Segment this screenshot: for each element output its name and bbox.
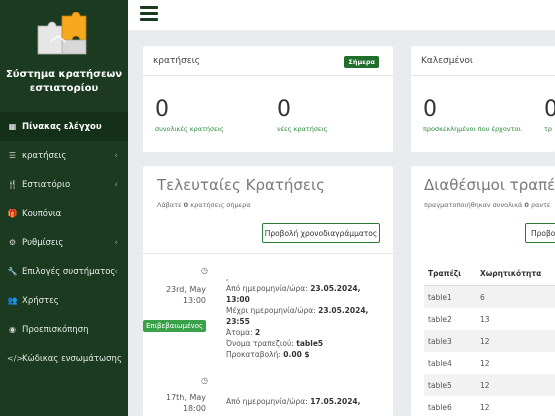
- wrench-icon: 🔧: [7, 267, 18, 276]
- sidebar-item-reservations[interactable]: ☰ κρατήσεις ‹: [0, 141, 128, 170]
- panel-subtitle: Λάβατε 0 κρατήσεις σήμερα: [157, 201, 251, 209]
- utensils-icon: 🍴: [7, 180, 18, 189]
- sidebar-item-label: Εστιατόριο: [22, 179, 71, 190]
- topbar: [128, 0, 555, 30]
- table-row: table2 13: [428, 314, 490, 324]
- panel-subtitle: πραγματοποιήθηκαν συνολικά 0 ραντε: [424, 201, 551, 209]
- sidebar-nav: ▦ Πίνακας ελέγχου ☰ κρατήσεις ‹ 🍴 Εστιατ…: [0, 112, 128, 373]
- second-guests-stat: 0 τρ: [544, 97, 555, 134]
- stat-label: τρ: [544, 125, 553, 133]
- stat-value: 0: [277, 97, 291, 122]
- puzzle-logo: [37, 12, 87, 55]
- reservation-date: 17th, May 18:00: [165, 393, 206, 413]
- card-header: κρατήσεις Σήμερα: [143, 46, 393, 76]
- reservations-stat-card: κρατήσεις Σήμερα 0 συνολικές κρατήσεις 0…: [143, 46, 393, 152]
- code-icon: </>: [7, 354, 24, 363]
- table-row: table3 12: [424, 330, 555, 352]
- view-timeline-button[interactable]: Προβολή χρονοδιαγράμματος: [262, 223, 380, 243]
- sidebar-item-restaurant[interactable]: 🍴 Εστιατόριο ‹: [0, 170, 128, 199]
- status-badge: Επιβεβαιωμένος: [143, 320, 207, 332]
- sidebar-item-system-options[interactable]: 🔧 Επιλογές συστήματος ‹: [0, 257, 128, 286]
- stat-label: συνολικές κρατήσεις: [155, 125, 224, 133]
- sidebar-item-label: Πίνακας ελέγχου: [22, 121, 102, 132]
- stat-value: 0: [544, 97, 555, 122]
- sidebar-item-label: Προεπισκόπηση: [22, 324, 89, 335]
- stat-label: προσκεκλημένοι που έρχονται: [423, 125, 521, 133]
- list-icon: ☰: [8, 151, 17, 160]
- sidebar-item-label: κρατήσεις: [22, 150, 67, 161]
- reservation-details[interactable]: , Από ημερομηνία/ώρα: 23.05.2024, 13:00 …: [226, 272, 376, 360]
- gears-icon: ⚙: [8, 238, 17, 247]
- table-row: table1 6: [424, 286, 555, 308]
- clock-icon: ◷: [201, 376, 208, 385]
- table-row: table6 12: [428, 402, 490, 412]
- panel-title: Τελευταίες Κρατήσεις: [157, 176, 325, 194]
- sidebar-item-label: Κουπόνια: [22, 208, 62, 219]
- eye-icon: ◉: [9, 325, 16, 334]
- sidebar-item-embed-code[interactable]: </> Κώδικας ενσωμάτωσης: [0, 344, 128, 373]
- users-icon: 👥: [7, 296, 18, 305]
- guests-stat-card: Καλεσμένοι 0 προσκεκλημένοι που έρχονται…: [411, 46, 555, 152]
- sidebar-item-dashboard[interactable]: ▦ Πίνακας ελέγχου: [0, 112, 128, 141]
- chevron-left-icon: ‹: [114, 150, 118, 161]
- sidebar-item-settings[interactable]: ⚙ Ρυθμίσεις ‹: [0, 228, 128, 257]
- stat-label: νέες κρατήσεις: [277, 125, 328, 133]
- sidebar-item-label: Κώδικας ενσωμάτωσης: [22, 353, 122, 364]
- reservation-date: 23rd, May 13:00: [165, 285, 206, 305]
- view-tables-button[interactable]: Προβο: [525, 223, 555, 243]
- chevron-left-icon: ‹: [114, 237, 118, 248]
- column-header-table: Τραπέζι: [428, 269, 462, 278]
- app-title: Σύστημα κρατήσεων εστιατορίου: [5, 69, 123, 94]
- column-header-capacity: Χωρητικότητα: [480, 269, 542, 278]
- table-row: table4 12: [428, 358, 490, 368]
- card-title: κρατήσεις: [153, 55, 200, 66]
- sidebar-item-label: Χρήστες: [22, 295, 59, 306]
- menu-toggle-button[interactable]: [140, 6, 158, 21]
- stat-value: 0: [155, 97, 169, 122]
- sidebar: Σύστημα κρατήσεων εστιατορίου ▦ Πίνακας …: [0, 0, 128, 416]
- today-badge: Σήμερα: [344, 56, 379, 68]
- divider: [143, 253, 393, 254]
- card-header: Καλεσμένοι: [411, 46, 555, 76]
- gift-icon: 🎁: [7, 209, 18, 218]
- clock-icon: ◷: [201, 266, 208, 275]
- card-title: Καλεσμένοι: [421, 55, 473, 66]
- dashboard-icon: ▦: [8, 122, 17, 131]
- invited-guests-stat: 0 προσκεκλημένοι που έρχονται: [423, 97, 521, 134]
- sidebar-item-label: Επιλογές συστήματος: [22, 266, 116, 277]
- sidebar-item-preview[interactable]: ◉ Προεπισκόπηση: [0, 315, 128, 344]
- stat-value: 0: [423, 97, 437, 122]
- table-row: table5 12: [424, 374, 555, 396]
- sidebar-item-coupons[interactable]: 🎁 Κουπόνια: [0, 199, 128, 228]
- sidebar-item-users[interactable]: 👥 Χρήστες: [0, 286, 128, 315]
- sidebar-item-label: Ρυθμίσεις: [22, 237, 64, 248]
- total-reservations-stat: 0 συνολικές κρατήσεις: [155, 97, 224, 134]
- chevron-left-icon: ‹: [114, 266, 118, 277]
- chevron-left-icon: ‹: [114, 179, 118, 190]
- panel-title: Διαθέσιμοι τραπέζια: [424, 176, 555, 194]
- new-reservations-stat: 0 νέες κρατήσεις: [277, 97, 328, 134]
- reservation-details[interactable]: Από ημερομηνία/ώρα: 17.05.2024,: [226, 396, 376, 407]
